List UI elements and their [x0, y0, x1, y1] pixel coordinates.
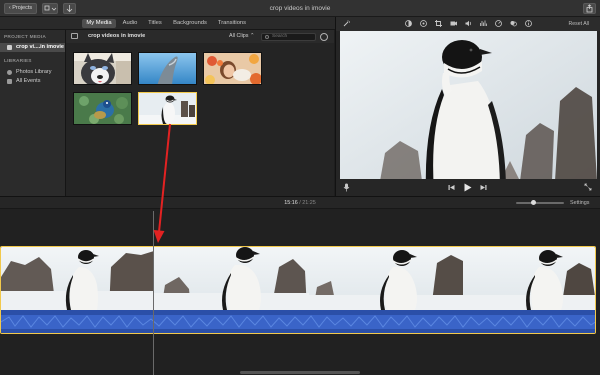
title-bar: ‹ Projects crop videos in imovie — [0, 0, 600, 17]
photos-icon — [7, 70, 12, 75]
events-icon — [7, 79, 12, 84]
sidebar-item-label: All Events — [16, 78, 41, 84]
sidebar-item-label: crop vi....in imovie — [16, 44, 64, 50]
skip-forward-icon[interactable] — [480, 184, 487, 191]
info-icon[interactable] — [525, 20, 532, 27]
share-icon — [586, 4, 593, 13]
clip-frame-4 — [463, 247, 595, 310]
search-input[interactable]: Search — [261, 33, 316, 41]
thumbnail-husky[interactable] — [73, 52, 132, 85]
thumbnail-peacock[interactable] — [73, 92, 132, 125]
browser-toolbar: crop videos in imovie All Clips ⌃ Search — [66, 30, 334, 43]
clip-filter-label: All Clips — [229, 33, 249, 39]
search-placeholder: Search — [272, 34, 288, 39]
tab-my-media[interactable]: My Media — [82, 19, 116, 28]
sidebar-toggle-icon[interactable] — [71, 33, 78, 39]
sidebar-item-label: Photos Library — [16, 69, 52, 75]
libraries-header: LIBRARIES — [4, 59, 32, 64]
video-preview — [340, 31, 597, 192]
clip-frame-2 — [154, 247, 309, 310]
speed-icon[interactable] — [495, 20, 502, 27]
viewer-toolbar: Reset All — [336, 17, 600, 31]
thumbnail-girl-flowers[interactable] — [203, 52, 262, 85]
crop-icon[interactable] — [435, 20, 442, 27]
thumbnail-dolphin[interactable] — [138, 52, 197, 85]
current-time: 15:16 — [284, 200, 298, 206]
project-media-header: PROJECT MEDIA — [4, 35, 47, 40]
zoom-slider-knob[interactable] — [531, 200, 536, 205]
tab-audio[interactable]: Audio — [119, 19, 141, 28]
window-title: crop videos in imovie — [269, 5, 331, 12]
play-icon[interactable] — [463, 183, 472, 192]
tab-backgrounds[interactable]: Backgrounds — [169, 19, 211, 28]
thumbnail-penguin[interactable] — [138, 92, 197, 125]
sidebar-item-photos-library[interactable]: Photos Library — [0, 68, 65, 77]
fullscreen-icon[interactable] — [584, 183, 592, 191]
microphone-icon[interactable] — [343, 183, 350, 192]
film-icon — [7, 45, 12, 50]
color-correction-icon[interactable] — [420, 20, 427, 27]
total-duration: 21:25 — [302, 200, 316, 206]
viewer-panel: Reset All — [335, 17, 600, 196]
timeline-settings-button[interactable]: Settings — [570, 197, 589, 209]
sidebar-item-all-events[interactable]: All Events — [0, 77, 65, 86]
clip-frame-1 — [1, 247, 154, 310]
share-button[interactable] — [583, 3, 596, 14]
libraries-sidebar: PROJECT MEDIA crop vi....in imovie LIBRA… — [0, 30, 66, 196]
clip-filter-icon[interactable] — [510, 20, 517, 27]
noise-reduction-icon[interactable] — [480, 20, 487, 27]
time-separator: / — [299, 200, 301, 206]
media-browser: crop videos in imovie All Clips ⌃ Search — [66, 30, 334, 196]
browser-title: crop videos in imovie — [88, 33, 146, 39]
zoom-slider[interactable] — [516, 200, 564, 205]
color-balance-icon[interactable] — [405, 20, 412, 27]
reset-all-button[interactable]: Reset All — [569, 17, 589, 31]
timeline-panel: 15:16 / 21:25 Settings — [0, 196, 600, 375]
timeline-scrollbar[interactable] — [240, 371, 360, 374]
timeline-header: 15:16 / 21:25 Settings — [0, 197, 600, 209]
clip-filter-select[interactable]: All Clips ⌃ — [229, 30, 255, 43]
tab-transitions[interactable]: Transitions — [214, 19, 250, 28]
magic-wand-icon[interactable] — [343, 20, 350, 27]
playhead[interactable] — [153, 211, 154, 375]
playback-controls — [336, 179, 600, 196]
clip-frame-3 — [309, 247, 463, 310]
timeline-video-clip[interactable] — [0, 246, 596, 334]
audio-waveform — [1, 310, 595, 333]
search-icon — [265, 35, 269, 39]
sidebar-item-project[interactable]: crop vi....in imovie — [0, 43, 65, 52]
tab-titles[interactable]: Titles — [144, 19, 166, 28]
timecode: 15:16 / 21:25 — [0, 197, 600, 209]
gear-icon[interactable] — [320, 33, 328, 41]
volume-icon[interactable] — [465, 20, 472, 27]
stabilization-icon[interactable] — [450, 20, 457, 27]
skip-back-icon[interactable] — [448, 184, 455, 191]
